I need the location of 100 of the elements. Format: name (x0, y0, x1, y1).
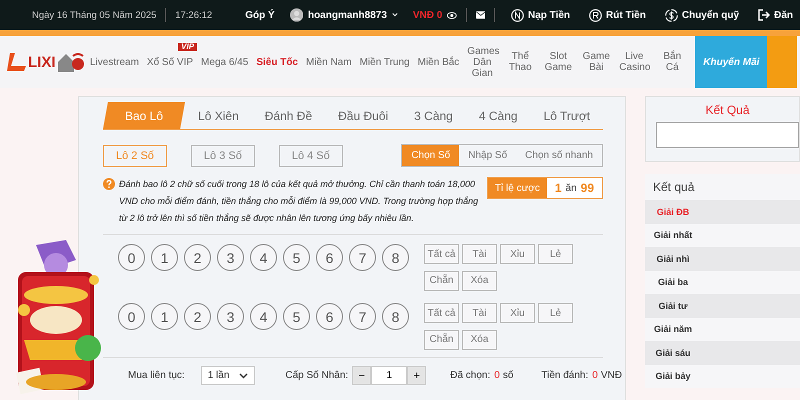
result-field[interactable] (656, 122, 799, 148)
logo[interactable]: LIXI (6, 50, 86, 74)
number-ball[interactable]: 4 (250, 244, 277, 271)
game-tab[interactable]: Đánh Đề (252, 102, 326, 129)
quick-pick-button[interactable]: Chẵn (424, 270, 459, 290)
prize-label: Giải năm (652, 324, 693, 334)
number-ball[interactable]: 6 (316, 303, 343, 330)
nav-item[interactable]: Slot Game (539, 51, 578, 73)
balance-text: VNĐ 0 (412, 10, 442, 20)
logo-icon (6, 51, 28, 73)
game-tab[interactable]: 4 Càng (466, 102, 531, 129)
dollar-icon (664, 8, 678, 22)
quick-pick-button[interactable]: Xóa (462, 330, 497, 350)
nav-item[interactable]: Siêu Tốc (252, 56, 302, 68)
quick-pick-button[interactable]: Lẻ (538, 244, 573, 264)
nav-item[interactable]: Miền Trung (356, 56, 414, 68)
chosen-count: 0 (494, 370, 500, 381)
avatar-icon[interactable] (290, 6, 303, 24)
odds-word: ăn (566, 182, 577, 194)
date-text: Ngày 16 Tháng 05 Năm 2025 (32, 10, 156, 20)
number-ball[interactable]: 1 (151, 303, 178, 330)
nav-item[interactable]: Mega 6/45 (197, 56, 252, 68)
type-tab[interactable]: Lô 3 Số (190, 144, 255, 166)
quick-pick-button[interactable]: Lẻ (538, 303, 573, 323)
number-ball[interactable]: 2 (184, 244, 211, 271)
number-ball[interactable]: 7 (349, 244, 376, 271)
number-ball[interactable]: 1 (151, 244, 178, 271)
eye-icon[interactable] (447, 10, 457, 20)
multiplier-input[interactable]: 1 (371, 366, 408, 385)
plus-button[interactable]: + (407, 366, 426, 385)
username[interactable]: hoangmanh8873 (308, 10, 387, 20)
prize-list-title: Kết quả (652, 179, 696, 196)
nav-item[interactable]: Live Casino (615, 51, 654, 73)
game-tab[interactable]: Lô Xiên (185, 102, 252, 129)
number-ball[interactable]: 5 (283, 303, 310, 330)
type-tab[interactable]: Lô 4 Số (278, 144, 343, 166)
help-icon (103, 178, 115, 190)
quick-pick-button[interactable]: Tài (462, 244, 497, 264)
nav-item[interactable]: Thể Thao (501, 51, 540, 73)
prize-label: Giải sáu (654, 348, 692, 358)
chosen-unit: số (502, 370, 514, 381)
mail-icon[interactable] (476, 10, 486, 20)
quick-pick-button[interactable]: Xóa (462, 270, 497, 290)
number-ball[interactable]: 2 (184, 303, 211, 330)
quick-pick-button[interactable]: Tất cả (424, 244, 459, 264)
promo-tab[interactable]: Khuyến Mãi (695, 36, 768, 88)
amount-value: 0 (592, 370, 598, 381)
time-text: 17:26:12 (175, 10, 212, 20)
coin-icon (510, 8, 524, 22)
header-link[interactable]: Chuyển quỹ (664, 8, 740, 22)
game-tab[interactable]: Lô Trượt (530, 102, 604, 129)
prize-label: Giải ba (656, 277, 689, 288)
quick-pick-button[interactable]: Tài (462, 303, 497, 323)
number-ball[interactable]: 3 (217, 244, 244, 271)
nav-item[interactable]: Miền Nam (302, 56, 356, 68)
prize-label: Giải ĐB (656, 206, 690, 217)
odds-label: Tỉ lệ cược (488, 178, 547, 198)
repeat-label: Mua liên tục: (128, 370, 185, 381)
number-ball[interactable]: 6 (316, 244, 343, 271)
number-ball[interactable]: 4 (250, 303, 277, 330)
promo-tile[interactable] (767, 36, 798, 88)
game-tab[interactable]: 3 Càng (401, 102, 466, 129)
number-ball[interactable]: 3 (217, 303, 244, 330)
nav-item[interactable]: Games Dân Gian (463, 46, 502, 78)
feedback-link[interactable]: Góp Ý (245, 10, 275, 20)
header-link[interactable]: Nạp Tiền (510, 8, 570, 22)
amount-unit: VNĐ (600, 370, 622, 381)
nav-item[interactable]: Game Bài (577, 51, 616, 73)
amount-label: Tiền đánh: (541, 370, 588, 381)
nav-item[interactable]: Miền Bắc (414, 56, 464, 68)
minus-button[interactable]: − (352, 366, 372, 385)
odds-stake: 1 (554, 181, 562, 195)
number-ball[interactable]: 5 (283, 244, 310, 271)
repeat-select[interactable]: 1 lần (200, 366, 256, 385)
nav-item[interactable]: Livestream (86, 56, 143, 68)
number-ball[interactable]: 7 (349, 303, 376, 330)
odds-payout: 99 (580, 181, 594, 195)
chosen-label: Đã chọn: (450, 370, 490, 381)
quick-pick-button[interactable]: Xỉu (500, 303, 535, 323)
quick-pick-button[interactable]: Xỉu (500, 244, 535, 264)
number-ball[interactable]: 8 (382, 303, 409, 330)
quick-pick-button[interactable]: Chẵn (424, 330, 459, 350)
header-link[interactable]: Rút Tiền (589, 8, 646, 22)
prize-label: Giải tư (657, 300, 689, 311)
mode-tab[interactable]: Nhập Số (459, 145, 516, 166)
multiplier-label: Cấp Số Nhân: (285, 370, 348, 381)
nav-item[interactable]: Bắn Cá (653, 51, 692, 73)
prize-label: Giải nhì (655, 254, 690, 264)
mode-tab[interactable]: Chọn số nhanh (516, 145, 602, 166)
caret-icon (239, 372, 248, 378)
number-ball[interactable]: 0 (118, 303, 145, 330)
header-link[interactable]: Đăn (758, 9, 793, 21)
number-ball[interactable]: 8 (382, 244, 409, 271)
logout-icon (758, 9, 770, 21)
number-ball[interactable]: 0 (118, 244, 145, 271)
house-icon (56, 50, 86, 74)
result-title: Kết Quả (704, 103, 751, 117)
quick-pick-button[interactable]: Tất cả (424, 303, 459, 323)
caret-icon[interactable] (392, 12, 398, 18)
game-tab[interactable]: Đầu Đuôi (325, 102, 402, 129)
